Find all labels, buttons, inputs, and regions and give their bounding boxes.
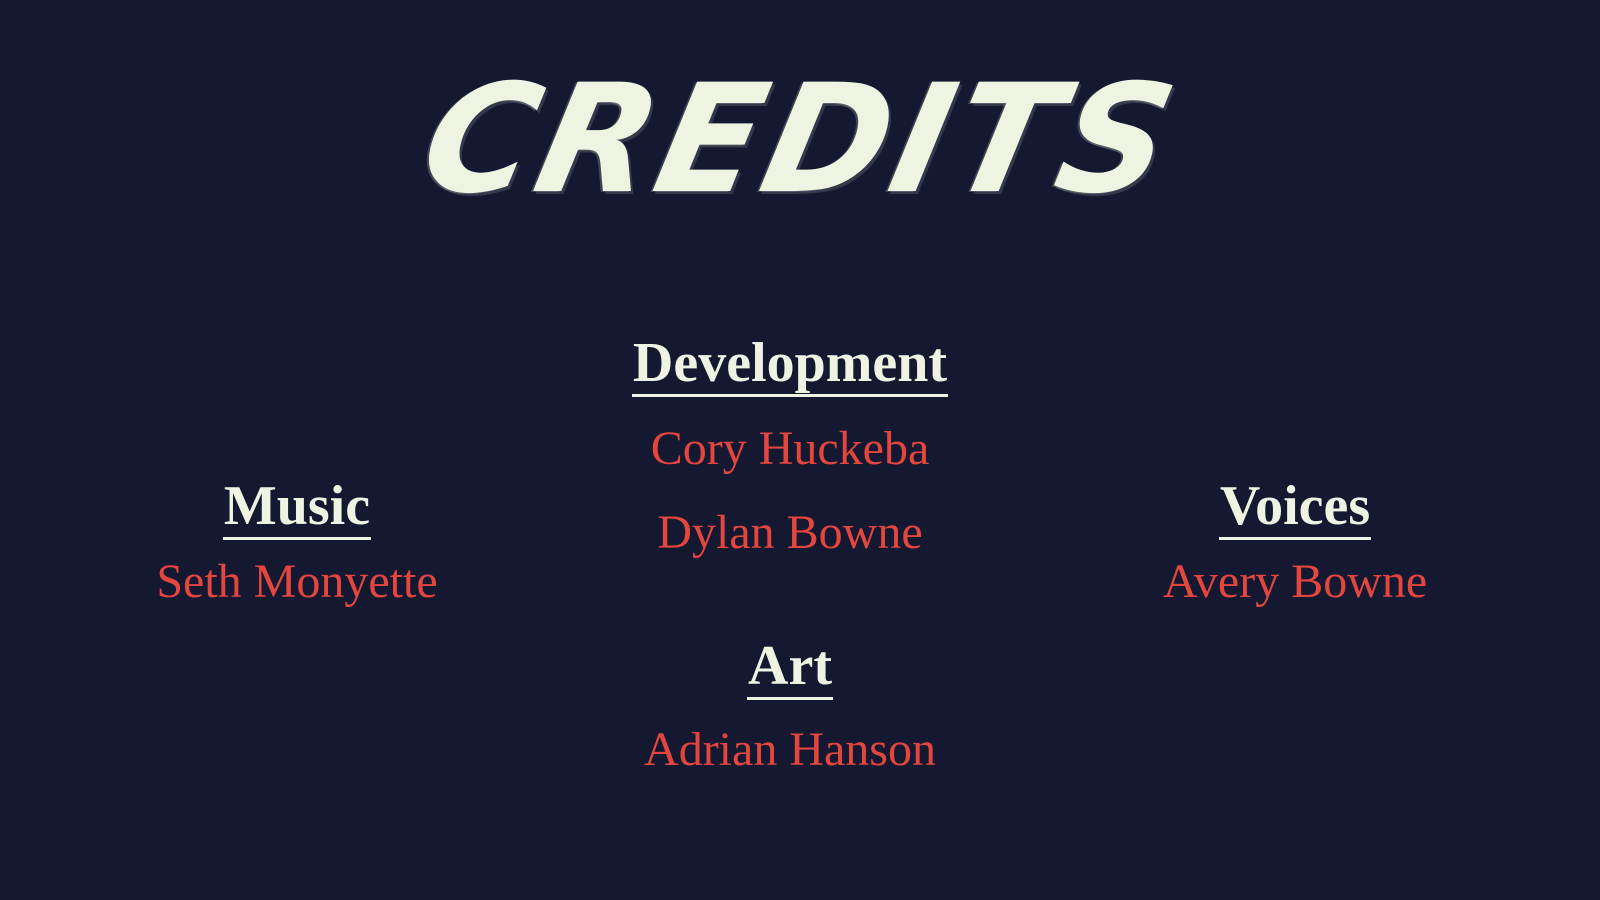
credits-title: CREDITS	[408, 53, 1192, 227]
credit-name: Avery Bowne	[1162, 555, 1428, 608]
section-heading-voices: Voices	[1218, 475, 1372, 540]
section-heading-music: Music	[222, 475, 372, 540]
credit-name: Seth Monyette	[156, 555, 438, 608]
section-heading-art: Art	[747, 635, 833, 700]
section-art: Art Adrian Hanson	[540, 635, 1040, 778]
section-heading-development: Development	[631, 332, 949, 397]
section-development: Development Cory Huckeba Dylan Bowne	[540, 332, 1040, 561]
section-music: Music Seth Monyette	[47, 475, 547, 610]
credit-name: Dylan Bowne	[657, 506, 923, 559]
section-voices: Voices Avery Bowne	[1045, 475, 1545, 610]
credit-name: Cory Huckeba	[650, 422, 930, 475]
credit-name: Adrian Hanson	[644, 723, 936, 776]
